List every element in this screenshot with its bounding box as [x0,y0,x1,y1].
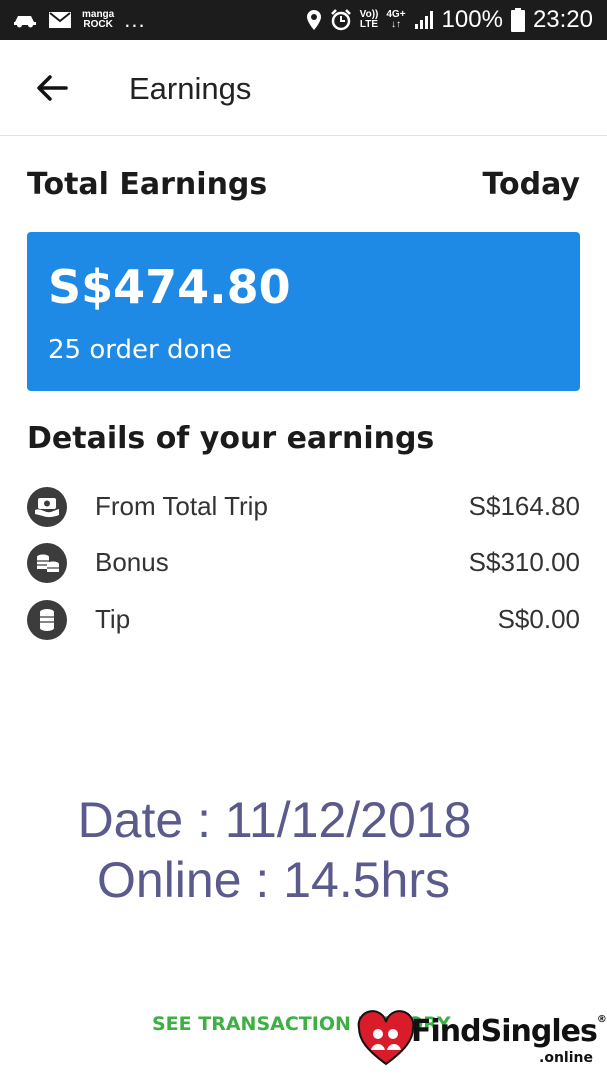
status-bar-left: manga ROCK ... [12,0,146,40]
total-earnings-label: Total Earnings [27,167,268,202]
earning-label: From Total Trip [95,491,268,521]
earning-row-total-trip: From Total Trip S$164.80 [27,485,580,529]
notification-app-label: manga ROCK [82,9,115,30]
earning-row-tip: Tip S$0.00 [27,598,580,642]
coins-stack-icon [27,543,67,583]
earning-value: S$310.00 [468,547,580,577]
watermark-logo: FindSingles® .online [357,1008,607,1072]
app-bar: Earnings [0,40,607,136]
status-bar-right: Vo)) LTE 4G+ ↓↑ 100% 23:20 [306,0,593,40]
earning-value: S$0.00 [497,604,580,634]
location-icon [306,10,321,30]
more-notifications: ... [124,7,146,32]
status-bar: manga ROCK ... Vo)) LTE 4G+ ↓↑ 100% 23:2… [0,0,607,40]
earning-label: Bonus [95,547,169,577]
overlay-date: Date : 11/12/2018 [0,791,607,849]
earning-label: Tip [95,604,131,634]
coin-icon [27,600,67,640]
period-selector[interactable]: Today [483,167,580,202]
volte-indicator: Vo)) LTE [359,9,379,30]
back-arrow-icon[interactable] [34,72,70,104]
details-title: Details of your earnings [27,421,435,456]
heart-logo-icon [357,1010,415,1066]
watermark-domain: .online [539,1050,593,1066]
battery-percent: 100% [441,6,503,33]
orders-count: 25 order done [48,335,232,365]
earnings-summary-card: S$474.80 25 order done [27,232,580,391]
car-icon [14,16,36,28]
money-hand-icon [27,487,67,527]
battery-icon [510,8,525,32]
earning-row-bonus: Bonus S$310.00 [27,541,580,585]
clock: 23:20 [532,6,593,33]
mail-icon [49,12,71,28]
page-title: Earnings [129,71,252,106]
overlay-date-text: Date : 11/12/2018 [77,792,472,848]
earning-value: S$164.80 [468,491,580,521]
signal-icon [414,11,433,29]
alarm-icon [330,9,351,31]
network-type: 4G+ ↓↑ [386,9,406,30]
overlay-online: Online : 14.5hrs [0,851,607,909]
overlay-online-text: Online : 14.5hrs [97,852,450,908]
total-amount: S$474.80 [48,260,291,314]
watermark-brand: FindSingles® [411,1014,607,1049]
